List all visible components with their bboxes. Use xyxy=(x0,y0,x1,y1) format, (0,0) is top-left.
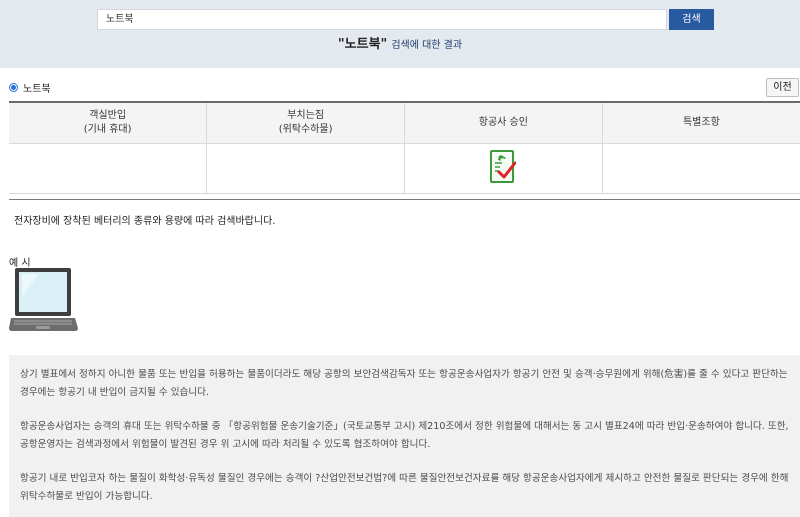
cell-checked xyxy=(206,143,405,194)
col-special: 특별조항 xyxy=(602,102,800,144)
search-input[interactable]: 노트북 xyxy=(97,9,667,30)
prev-button[interactable]: 이전 xyxy=(766,78,799,97)
section-divider xyxy=(9,199,800,200)
notice-paragraph: 상기 별표에서 정하지 아니한 물품 또는 반입을 허용하는 물품이더라도 해당… xyxy=(20,369,788,398)
notice-box: 상기 별표에서 정하지 아니한 물품 또는 반입을 허용하는 물품이더라도 해당… xyxy=(9,355,800,517)
table-row xyxy=(9,143,800,194)
col-special-title: 특별조항 xyxy=(682,116,720,128)
col-cabin-sub: (기내 휴대) xyxy=(83,123,132,135)
col-cabin: 객실반입 (기내 휴대) xyxy=(9,102,208,144)
col-checked-sub: (위탁수하물) xyxy=(278,123,333,135)
result-suffix: 검색에 대한 결과 xyxy=(391,40,463,51)
notice-paragraph: 항공기 내로 반입코자 하는 물질이 화학성·유독성 물질인 경우에는 승객이 … xyxy=(20,473,789,502)
col-approval: 항공사 승인 xyxy=(404,102,603,144)
result-keyword: "노트북" xyxy=(337,37,388,52)
cell-cabin xyxy=(9,143,208,194)
category-radio[interactable]: 노트북 xyxy=(9,80,51,95)
col-checked: 부치는짐 (위탁수하물) xyxy=(206,102,405,144)
search-band: 노트북 검색 "노트북" 검색에 대한 결과 xyxy=(0,0,800,68)
notice-paragraph: 항공운송사업자는 승객의 휴대 또는 위탁수하물 중 「항공위험물 운송기술기준… xyxy=(20,421,789,450)
col-cabin-title: 객실반입 xyxy=(89,109,127,121)
result-caption: "노트북" 검색에 대한 결과 xyxy=(0,36,800,55)
rules-table: 객실반입 (기내 휴대) 부치는짐 (위탁수하물) 항공사 승인 특별조항 xyxy=(9,101,800,194)
cell-approval xyxy=(404,143,603,194)
airline-approval-check-icon xyxy=(490,149,517,183)
col-checked-title: 부치는짐 xyxy=(287,109,325,121)
col-approval-title: 항공사 승인 xyxy=(478,116,528,128)
radio-selected-icon[interactable] xyxy=(9,82,18,92)
laptop-icon xyxy=(9,268,78,331)
category-label: 노트북 xyxy=(23,83,51,95)
cell-special xyxy=(602,143,800,194)
search-button[interactable]: 검색 xyxy=(669,9,714,30)
guide-text: 전자장비에 장착된 베터리의 종류와 용량에 따라 검색바랍니다. xyxy=(14,216,276,227)
